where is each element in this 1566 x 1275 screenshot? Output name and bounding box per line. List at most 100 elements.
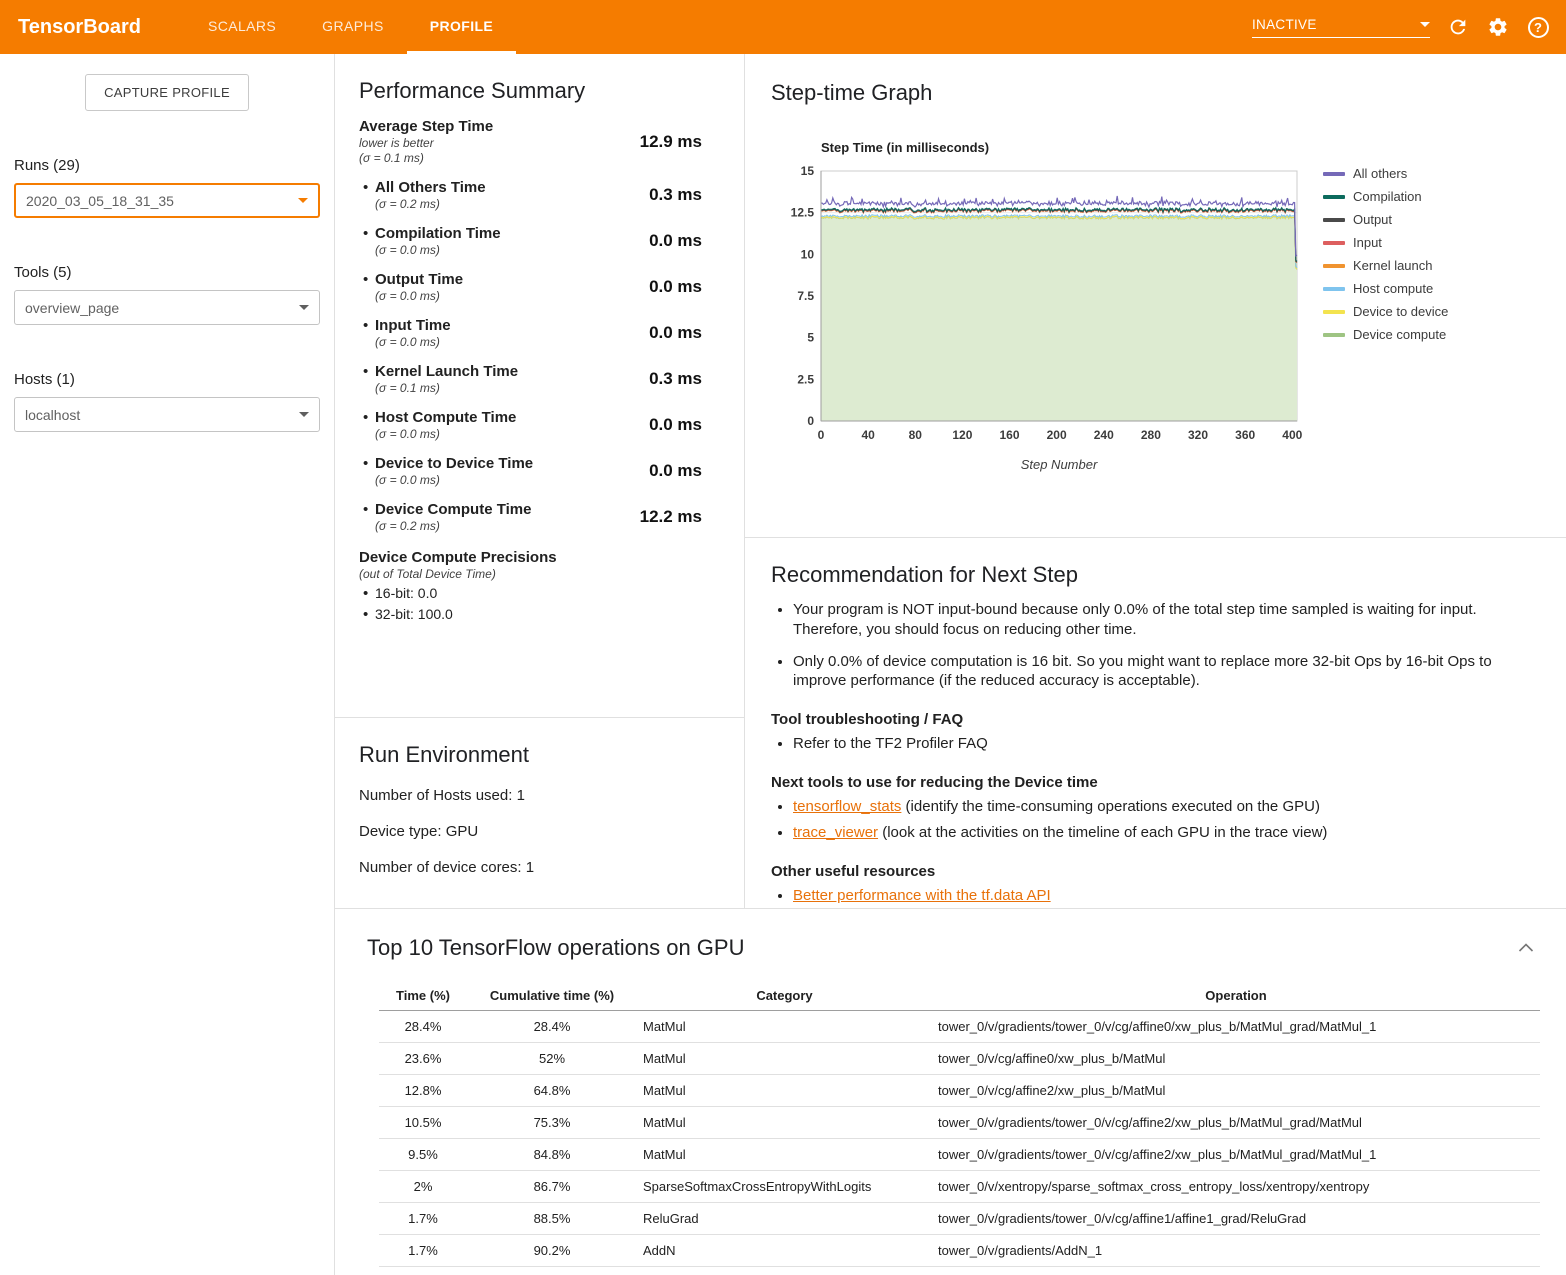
gear-icon[interactable] [1486, 15, 1510, 39]
perf-metric: •All Others Time(σ = 0.2 ms)0.3 ms [359, 179, 720, 211]
metric-value: 0.3 ms [649, 369, 702, 389]
legend-item: Compilation [1323, 189, 1448, 204]
tab-graphs[interactable]: GRAPHS [299, 0, 407, 54]
capture-profile-button[interactable]: CAPTURE PROFILE [85, 74, 249, 111]
perf-metric-text: Host Compute Time(σ = 0.0 ms) [375, 409, 516, 441]
recommendation-bullets: Your program is NOT input-bound because … [793, 600, 1540, 691]
metric-value: 0.0 ms [649, 231, 702, 251]
svg-text:200: 200 [1047, 428, 1067, 442]
metric-value: 12.9 ms [640, 132, 702, 152]
tools-dropdown[interactable]: overview_page [14, 290, 320, 325]
trace_viewer-link[interactable]: trace_viewer [793, 824, 878, 841]
legend-label: All others [1353, 166, 1407, 181]
chevron-down-icon [1420, 22, 1430, 27]
precisions-list: •16-bit: 0.0•32-bit: 100.0 [359, 585, 720, 623]
metric-label: Device Compute Time [375, 501, 531, 518]
metric-value: 0.0 ms [649, 323, 702, 343]
help-icon[interactable]: ? [1526, 15, 1550, 39]
column-header[interactable]: Time (%) [379, 981, 467, 1011]
performance-column: Performance Summary Average Step Time lo… [335, 54, 745, 908]
tfdata-api-link[interactable]: Better performance with the tf.data API [793, 887, 1051, 904]
runs-label: Runs (29) [14, 157, 320, 174]
status-dropdown-value: INACTIVE [1252, 17, 1317, 32]
operation-cell: tower_0/v/xentropy/sparse_softmax_cross_… [932, 1171, 1540, 1203]
chevron-up-icon[interactable] [1510, 935, 1542, 961]
category-cell: MatMul [637, 1139, 932, 1171]
hosts-dropdown[interactable]: localhost [14, 397, 320, 432]
chevron-down-icon [299, 305, 309, 310]
legend-swatch [1323, 264, 1345, 268]
svg-text:360: 360 [1235, 428, 1255, 442]
faq-header: Tool troubleshooting / FAQ [771, 711, 1540, 728]
time-cell: 12.8% [379, 1075, 467, 1107]
sidebar: CAPTURE PROFILE Runs (29) 2020_03_05_18_… [0, 54, 335, 1275]
tab-scalars[interactable]: SCALARS [185, 0, 299, 54]
tab-profile[interactable]: PROFILE [407, 0, 516, 54]
env-line: Number of Hosts used: 1 [359, 787, 720, 804]
cumulative-cell: 84.8% [467, 1139, 637, 1171]
perf-metric-left: •Kernel Launch Time(σ = 0.1 ms) [359, 363, 518, 395]
bullet-icon: • [359, 271, 375, 303]
metric-sigma: (σ = 0.0 ms) [375, 289, 463, 303]
other-resources-header: Other useful resources [771, 863, 1540, 880]
cumulative-cell: 75.3% [467, 1107, 637, 1139]
metric-value: 0.3 ms [649, 185, 702, 205]
time-cell: 9.5% [379, 1139, 467, 1171]
metric-label: Average Step Time [359, 118, 493, 135]
perf-metric-text: Compilation Time(σ = 0.0 ms) [375, 225, 501, 257]
column-header[interactable]: Operation [932, 981, 1540, 1011]
top-ops-body: 28.4%28.4%MatMultower_0/v/gradients/towe… [379, 1011, 1540, 1275]
column-header[interactable]: Cumulative time (%) [467, 981, 637, 1011]
legend-item: Kernel launch [1323, 258, 1448, 273]
svg-text:400: 400 [1282, 428, 1302, 442]
svg-text:10: 10 [801, 247, 815, 261]
tools-dropdown-value: overview_page [25, 300, 119, 316]
svg-text:320: 320 [1188, 428, 1208, 442]
recommendation-card: Recommendation for Next Step Your progra… [745, 538, 1566, 908]
svg-text:7.5: 7.5 [797, 289, 814, 303]
metric-value: 0.0 ms [649, 277, 702, 297]
legend-swatch [1323, 195, 1345, 199]
tool-item: tensorflow_stats (identify the time-cons… [793, 797, 1540, 817]
perf-metric: •Output Time(σ = 0.0 ms) 0.0 ms [359, 271, 720, 303]
svg-text:5: 5 [807, 331, 814, 345]
tools-label: Tools (5) [14, 264, 320, 281]
env-line: Device type: GPU [359, 823, 720, 840]
legend-swatch [1323, 287, 1345, 291]
time-cell: 23.6% [379, 1043, 467, 1075]
category-cell: ApplyGradientDescent [637, 1267, 932, 1275]
bullet-icon: • [359, 501, 375, 533]
legend-label: Kernel launch [1353, 258, 1433, 273]
hosts-label: Hosts (1) [14, 371, 320, 388]
cumulative-cell: 64.8% [467, 1075, 637, 1107]
table-row: 12.8%64.8%MatMultower_0/v/cg/affine2/xw_… [379, 1075, 1540, 1107]
tensorflow_stats-link[interactable]: tensorflow_stats [793, 798, 901, 815]
cumulative-cell: 52% [467, 1043, 637, 1075]
legend-swatch [1323, 333, 1345, 337]
operation-cell: tower_0/v/gradients/tower_0/v/cg/affine0… [932, 1011, 1540, 1043]
category-cell: MatMul [637, 1075, 932, 1107]
svg-text:240: 240 [1094, 428, 1114, 442]
status-dropdown[interactable]: INACTIVE [1252, 17, 1430, 38]
faq-list: Refer to the TF2 Profiler FAQ [793, 734, 1540, 754]
cumulative-cell: 86.7% [467, 1171, 637, 1203]
table-row: 1.7%90.2%AddNtower_0/v/gradients/AddN_1 [379, 1235, 1540, 1267]
svg-text:120: 120 [952, 428, 972, 442]
legend-label: Device compute [1353, 327, 1446, 342]
runs-dropdown[interactable]: 2020_03_05_18_31_35 [14, 183, 320, 218]
run-environment-title: Run Environment [359, 742, 720, 768]
operation-cell: tower_0/v/gradients/AddN_1 [932, 1235, 1540, 1267]
tensorboard-page: TensorBoard SCALARSGRAPHSPROFILE INACTIV… [0, 0, 1566, 1275]
legend-item: Device to device [1323, 304, 1448, 319]
svg-text:160: 160 [999, 428, 1019, 442]
metric-label: Output Time [375, 271, 463, 288]
top-ops-table: Time (%)Cumulative time (%)CategoryOpera… [379, 981, 1540, 1275]
column-header[interactable]: Category [637, 981, 932, 1011]
env-line: Number of device cores: 1 [359, 859, 720, 876]
list-item: Better performance with the tf.data API [793, 886, 1540, 906]
refresh-icon[interactable] [1446, 15, 1470, 39]
metric-label: Device to Device Time [375, 455, 533, 472]
legend-label: Input [1353, 235, 1382, 250]
perf-metric-text: Output Time(σ = 0.0 ms) [375, 271, 463, 303]
precision-text: 16-bit: 0.0 [375, 585, 437, 602]
